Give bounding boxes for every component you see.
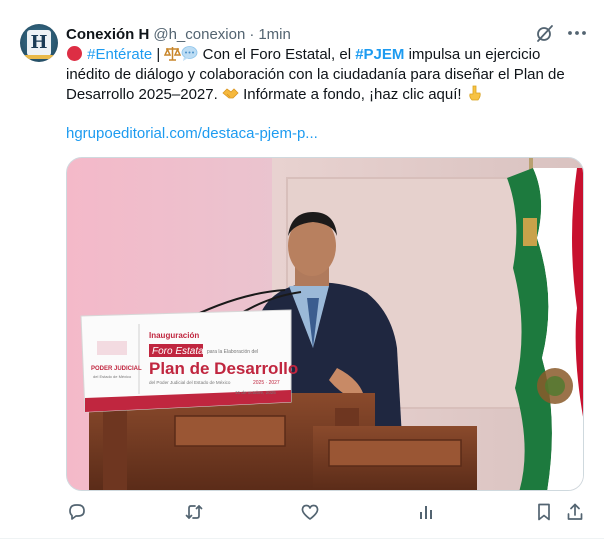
tweet-text-line-3: Desarrollo 2025–2027. Infórmate a fondo,… [66, 85, 588, 105]
tweet-media-photo[interactable]: PODER JUDICIAL del Estado de México Inau… [66, 157, 584, 491]
action-bar [0, 502, 604, 528]
views-icon[interactable] [417, 502, 437, 522]
banner-logo-title: PODER JUDICIAL [91, 366, 142, 372]
retweet-icon[interactable] [184, 502, 204, 522]
avatar-logo-letter: H [27, 30, 51, 56]
speech-bubble-icon [182, 46, 198, 61]
timestamp[interactable]: 1min [258, 26, 291, 43]
banner-plan-de-desarrollo: Plan de Desarrollo [149, 359, 298, 378]
scales-icon [164, 47, 182, 61]
grok-icon[interactable] [534, 22, 556, 44]
handshake-icon [222, 88, 239, 99]
user-handle[interactable]: @h_conexion [153, 26, 245, 43]
banner-del-poder: del Poder Judicial del Estado de México [149, 380, 231, 385]
banner-date: 15 de octubre, 2025 [235, 390, 276, 395]
more-icon[interactable] [566, 22, 588, 44]
text-part-1: Con el Foro Estatal, el [198, 46, 356, 63]
tweet-header: Conexión H @h_conexion · 1min [66, 24, 291, 44]
banner-logo-subtitle: del Estado de México [93, 374, 132, 379]
text-line-3-start: Desarrollo 2025–2027. [66, 86, 222, 103]
tweet-text-line-2: inédito de diálogo y colaboración con la… [66, 66, 565, 83]
like-icon[interactable] [300, 502, 320, 522]
avatar[interactable]: H [20, 24, 58, 62]
tweet-link[interactable]: hgrupoeditorial.com/destaca-pjem-p... [66, 124, 318, 144]
share-icon[interactable] [565, 502, 585, 522]
avatar-logo-bar [24, 55, 54, 59]
banner-foro-estatal: Foro Estatal [152, 346, 207, 357]
red-circle-icon [67, 46, 82, 61]
tweet-text-line-1: #Entérate | Con el Foro Estatal, el #PJE… [66, 45, 588, 65]
tweet-text: #Entérate | Con el Foro Estatal, el #PJE… [66, 45, 588, 105]
banner-years: 2025 · 2027 [253, 380, 280, 386]
separator-dot: · [249, 25, 255, 43]
reply-icon[interactable] [67, 502, 87, 522]
bookmark-icon[interactable] [534, 502, 554, 522]
text-line-3-end: Infórmate a fondo, ¡haz clic aquí! [238, 86, 466, 103]
text-separator-bar: | [152, 46, 165, 63]
banner-para-la: para la Elaboración del [207, 349, 258, 355]
display-name[interactable]: Conexión H [66, 26, 149, 43]
banner-inauguracion: Inauguración [149, 331, 199, 340]
text-part-2: impulsa un ejercicio [404, 46, 541, 63]
hashtag-pjem[interactable]: #PJEM [355, 46, 404, 63]
tweet[interactable]: H Conexión H @h_conexion · 1min #Entérat… [0, 0, 604, 539]
hashtag-enterate[interactable]: #Entérate [87, 46, 152, 63]
pointing-down-icon [469, 85, 481, 101]
